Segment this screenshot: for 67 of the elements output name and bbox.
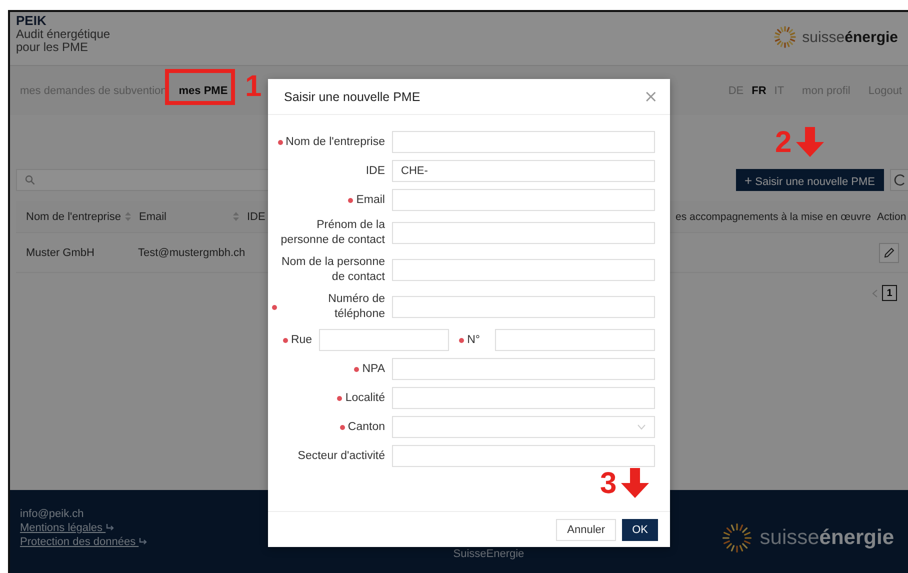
refresh-icon (894, 174, 906, 186)
input-field[interactable] (495, 329, 655, 351)
field-label: Rue (290, 332, 312, 348)
app-subtitle: Audit énergétique (16, 28, 110, 41)
step-number: 1 (245, 73, 262, 101)
cancel-button[interactable]: Annuler (556, 518, 616, 540)
step-number: 3 (600, 470, 617, 498)
input-field[interactable] (392, 296, 655, 318)
input-field[interactable] (392, 358, 655, 380)
new-pme-button[interactable]: + Saisir une nouvelle PME (736, 169, 884, 191)
arrow-down-icon (794, 127, 825, 157)
dropdown-field[interactable] (392, 416, 655, 438)
column-header[interactable]: Email (139, 210, 167, 222)
field-label: IDE (366, 164, 385, 178)
input-field[interactable] (392, 131, 655, 153)
field-label: Nom de l'entreprise (286, 134, 385, 150)
sort-icon (125, 212, 132, 221)
edit-button[interactable] (879, 242, 899, 262)
table-cell-text: Muster GmbH (26, 246, 96, 258)
input-field[interactable] (392, 387, 655, 409)
step-number: 2 (775, 129, 792, 157)
footer-text: SuisseEnergie (453, 548, 524, 560)
footer-link[interactable]: Protection des données (20, 536, 148, 548)
field-label: NPA (362, 362, 385, 376)
input-field[interactable] (392, 189, 655, 211)
column-header[interactable]: es accompagnements à la mise en œuvre (675, 210, 871, 222)
field-label: Email (356, 192, 385, 208)
external-link-icon (106, 524, 115, 531)
field-label: Numéro de téléphone (327, 292, 385, 322)
logo-text: suisseénergie (760, 526, 894, 550)
email-text: info@peik.ch (20, 508, 85, 520)
footer-link[interactable]: Mentions légales (20, 522, 148, 534)
logo-text: suisseénergie (802, 28, 898, 46)
app-subtitle: pour les PME (16, 41, 88, 54)
arrow-down-icon (620, 468, 650, 498)
column-header[interactable]: IDE (247, 210, 266, 222)
input-field[interactable] (392, 259, 655, 281)
chevron-down-icon (637, 424, 646, 430)
table-cell: Test@mustergmbh.ch (138, 246, 246, 258)
input-field[interactable] (392, 445, 655, 467)
column-header[interactable]: Action (877, 210, 908, 222)
field-label: Secteur d'activité (298, 448, 385, 464)
field-label: Localité (345, 390, 385, 406)
refresh-button[interactable] (890, 169, 908, 191)
app-title: PEIK (16, 14, 48, 28)
sun-icon (774, 26, 796, 48)
input-field[interactable] (392, 222, 655, 244)
pencil-icon (883, 246, 895, 258)
language-link[interactable]: FR (752, 84, 766, 96)
field-label: Prénom de la personne de contact (280, 218, 385, 248)
nav-tab[interactable]: mes PME (174, 84, 232, 96)
external-link-icon (138, 538, 148, 545)
search-icon (25, 175, 35, 185)
close-button[interactable]: × (644, 86, 658, 106)
column-header[interactable]: Nom de l'entreprise (26, 210, 122, 222)
field-label: Canton (348, 420, 385, 434)
chevron-left-icon (872, 288, 878, 298)
sort-icon (233, 212, 239, 221)
field-label: Nom de la personne de contact (280, 255, 385, 285)
page-button[interactable]: 1 (882, 285, 897, 301)
highlight-box (165, 69, 235, 105)
input-field[interactable]: CHE- (392, 160, 655, 182)
input-field[interactable] (319, 329, 450, 351)
ok-button[interactable]: OK (622, 518, 658, 540)
field-label: N° (467, 332, 480, 348)
sun-icon (722, 523, 752, 553)
dialog-title: Saisir une nouvelle PME (284, 90, 420, 104)
